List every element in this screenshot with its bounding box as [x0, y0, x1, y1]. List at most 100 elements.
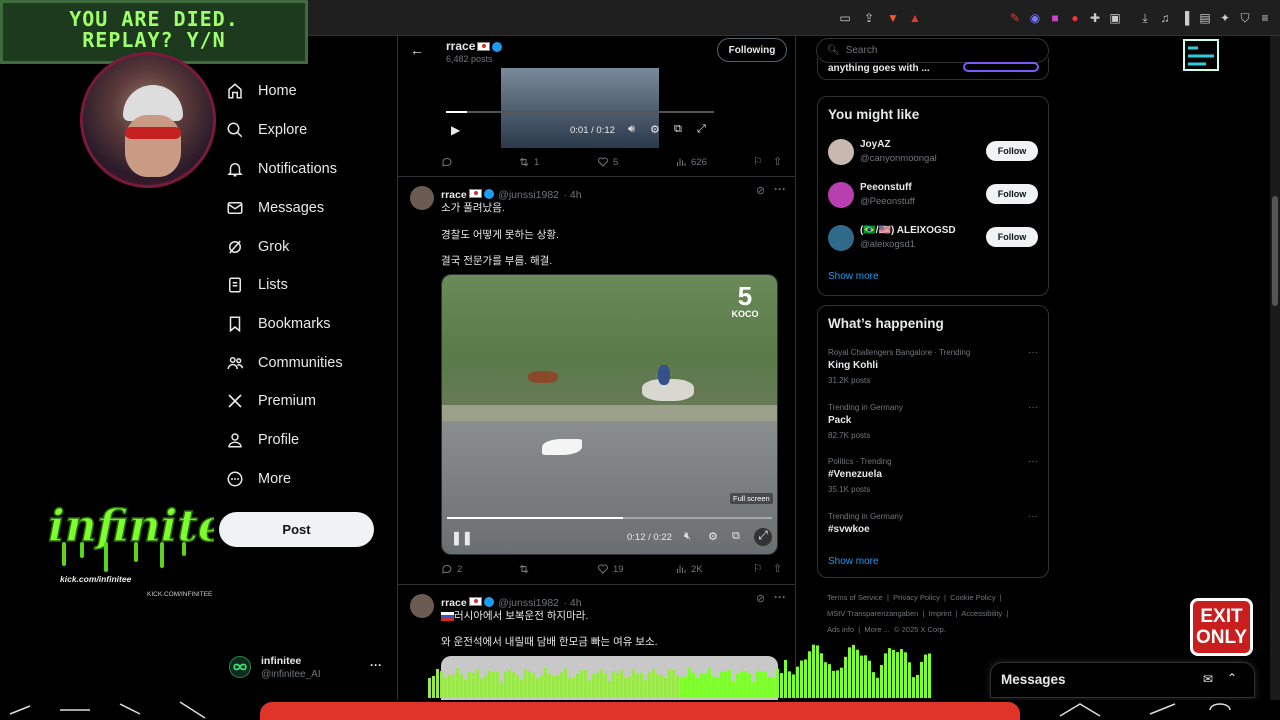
- like-button[interactable]: 5: [597, 156, 618, 168]
- suggestion-name[interactable]: JoyAZ: [860, 139, 891, 150]
- scrollbar-thumb[interactable]: [1272, 196, 1278, 306]
- pause-icon[interactable]: ❚❚: [451, 530, 473, 546]
- more-icon[interactable]: ···: [1028, 456, 1038, 467]
- footer-link[interactable]: Accessibility: [961, 609, 1002, 618]
- retweet-button[interactable]: 1: [518, 156, 539, 168]
- footer-link[interactable]: Cookie Policy: [950, 593, 995, 602]
- collapse-icon[interactable]: ⌃: [1227, 671, 1237, 685]
- mute-icon[interactable]: 🔇︎: [684, 530, 691, 543]
- wallet-icon[interactable]: ▤: [1198, 11, 1212, 25]
- more-icon[interactable]: ···: [1028, 402, 1038, 413]
- nav-communities[interactable]: Communities: [225, 348, 343, 378]
- footer-link[interactable]: Imprint: [929, 609, 952, 618]
- share-icon[interactable]: ⇧: [773, 562, 782, 575]
- suggestion-name[interactable]: (🇧🇷/🇺🇸) ALEIXOGSD: [860, 225, 956, 236]
- avatar[interactable]: [410, 594, 434, 618]
- brave-shield-icon[interactable]: ▼: [886, 11, 900, 25]
- settings-icon[interactable]: ⚙: [708, 530, 718, 543]
- views-button[interactable]: 626: [675, 156, 707, 168]
- nav-profile[interactable]: Profile: [225, 425, 299, 455]
- music-icon[interactable]: ♫: [1158, 11, 1172, 25]
- footer-link[interactable]: More ...: [864, 625, 889, 634]
- extensions-icon[interactable]: ✚: [1088, 11, 1102, 25]
- visualizer-bar: [908, 662, 911, 698]
- tweet-author-handle[interactable]: @junssi1982: [498, 189, 559, 201]
- rewards-icon[interactable]: ▲: [908, 11, 922, 25]
- retweet-button[interactable]: [518, 563, 534, 575]
- messages-drawer[interactable]: Messages ✉ ⌃: [990, 662, 1255, 698]
- extension-icon[interactable]: ●: [1068, 11, 1082, 25]
- nav-premium[interactable]: Premium: [225, 386, 316, 416]
- nav-bookmarks[interactable]: Bookmarks: [225, 309, 331, 339]
- extension-icon[interactable]: ◉: [1028, 11, 1042, 25]
- footer-link[interactable]: Privacy Policy: [893, 593, 940, 602]
- footer-link[interactable]: Terms of Service: [827, 593, 883, 602]
- screen-icon[interactable]: ▭: [838, 11, 852, 25]
- more-icon[interactable]: ···: [1028, 347, 1038, 358]
- trend-title[interactable]: King Kohli: [828, 360, 878, 371]
- fullscreen-icon[interactable]: ⤢: [754, 528, 772, 546]
- play-icon[interactable]: ▶: [451, 123, 460, 137]
- follow-button[interactable]: Follow: [986, 227, 1038, 247]
- picture-in-picture-icon[interactable]: ⧉: [732, 530, 740, 543]
- nav-messages[interactable]: Messages: [225, 193, 324, 223]
- nav-lists[interactable]: Lists: [225, 270, 288, 300]
- nav-more[interactable]: More: [225, 464, 291, 494]
- avatar[interactable]: [828, 182, 854, 208]
- video-player[interactable]: 5 KOCO Full screen ❚❚ 0:12 / 0:22 🔇︎ ⚙ ⧉…: [441, 274, 778, 555]
- tweet-time[interactable]: · 4h: [563, 189, 581, 201]
- nav-notifications[interactable]: Notifications: [225, 154, 337, 184]
- grok-icon[interactable]: ⊘: [756, 184, 765, 197]
- nav-grok[interactable]: Grok: [225, 232, 289, 262]
- views-button[interactable]: 2K: [675, 563, 703, 575]
- volume-icon[interactable]: 🔊︎: [628, 123, 635, 136]
- like-button[interactable]: 19: [597, 563, 624, 575]
- post-button[interactable]: Post: [219, 512, 374, 547]
- footer-link[interactable]: MStV Transparenzangaben: [827, 609, 918, 618]
- extension-icon[interactable]: ■: [1048, 11, 1062, 25]
- back-arrow-icon[interactable]: ←: [410, 42, 424, 58]
- settings-icon[interactable]: ⚙: [650, 123, 660, 136]
- trend-title[interactable]: #Venezuela: [828, 469, 882, 480]
- avatar[interactable]: [828, 225, 854, 251]
- download-icon[interactable]: ⤓: [1138, 11, 1152, 25]
- more-icon[interactable]: ···: [774, 182, 786, 196]
- vpn-icon[interactable]: ⛉: [1238, 11, 1252, 25]
- show-more-link[interactable]: Show more: [828, 271, 879, 282]
- avatar[interactable]: [828, 139, 854, 165]
- extension-icon[interactable]: ✎: [1008, 11, 1022, 25]
- grok-icon[interactable]: ⊘: [756, 592, 765, 605]
- follow-button[interactable]: Follow: [986, 184, 1038, 204]
- avatar[interactable]: [410, 186, 434, 210]
- nav-home[interactable]: Home: [225, 76, 297, 106]
- nav-explore[interactable]: Explore: [225, 115, 307, 145]
- picture-in-picture-icon[interactable]: ⧉: [674, 123, 682, 136]
- account-switcher[interactable]: infinitee @infinitee_AI ···: [226, 652, 386, 688]
- new-message-icon[interactable]: ✉: [1203, 672, 1213, 686]
- trending-card-top[interactable]: anything goes with ...: [817, 58, 1049, 80]
- show-more-link[interactable]: Show more: [828, 556, 879, 567]
- following-button[interactable]: Following: [717, 38, 787, 62]
- bookmark-icon[interactable]: ⚐: [753, 562, 763, 575]
- footer-link[interactable]: Ads info: [827, 625, 854, 634]
- bookmark-icon[interactable]: ⚐: [753, 155, 763, 168]
- trend-title[interactable]: #svwkoe: [828, 524, 870, 535]
- share-icon[interactable]: ⇪: [862, 11, 876, 25]
- reply-button[interactable]: 2: [441, 563, 462, 575]
- sidebar-icon[interactable]: ▐: [1178, 11, 1192, 25]
- follow-button[interactable]: Follow: [986, 141, 1038, 161]
- page-scrollbar[interactable]: [1270, 36, 1280, 700]
- fullscreen-icon[interactable]: ⤢: [697, 123, 706, 136]
- leo-icon[interactable]: ✦: [1218, 11, 1232, 25]
- more-icon[interactable]: ···: [1028, 511, 1038, 522]
- more-icon[interactable]: ···: [370, 658, 382, 672]
- suggestion-name[interactable]: Peeonstuff: [860, 182, 912, 193]
- trend-title[interactable]: Pack: [828, 415, 851, 426]
- video-progress-track[interactable]: [447, 517, 772, 519]
- reply-button[interactable]: [441, 156, 457, 168]
- share-icon[interactable]: ⇧: [773, 155, 782, 168]
- extension-icon[interactable]: ▣: [1108, 11, 1122, 25]
- more-icon[interactable]: ···: [774, 590, 786, 604]
- menu-icon[interactable]: ≡: [1258, 11, 1272, 25]
- video-progress-track[interactable]: [446, 111, 714, 113]
